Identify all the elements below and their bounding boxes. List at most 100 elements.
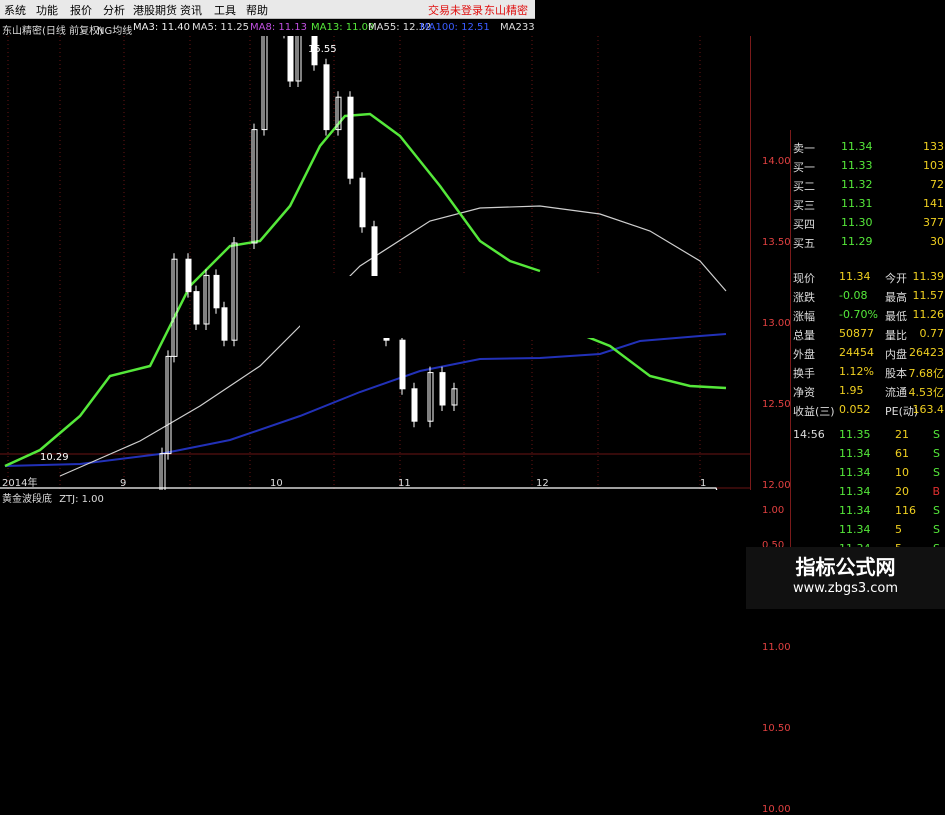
stat-value: 1.12%	[839, 365, 874, 378]
menu-bar: 系统 功能 报价 分析 港股期货 资讯 工具 帮助 交易未登录 东山精密	[0, 0, 535, 19]
stat-value: 11.34	[839, 270, 871, 283]
tick-price: 11.34	[839, 523, 871, 536]
ma-indicator-bar: 东山精密(日线 前复权) NG均线 MA3: 11.40 MA5: 11.25 …	[0, 19, 535, 36]
order-label: 买三	[793, 199, 815, 212]
stat-label: 股本	[885, 367, 907, 380]
order-label: 卖一	[793, 142, 815, 155]
stat-label: 涨跌	[793, 291, 815, 304]
stat-value: -0.70%	[839, 308, 878, 321]
order-volume: 103	[923, 159, 944, 172]
x-axis-label: 1	[700, 478, 706, 489]
candle-body	[411, 388, 418, 422]
tick-side: S	[933, 428, 940, 441]
stat-value: 50877	[839, 327, 874, 340]
high-price-label: 15.55	[308, 44, 337, 55]
menu-item-news[interactable]: 资讯	[180, 2, 202, 18]
order-label: 买五	[793, 237, 815, 250]
stat-label: 现价	[793, 272, 815, 285]
order-volume: 72	[930, 178, 944, 191]
order-price: 11.31	[841, 197, 873, 210]
menu-item-help[interactable]: 帮助	[246, 2, 268, 18]
tick-row: 14:56 11.35 21 S	[791, 426, 945, 444]
order-price: 11.34	[841, 140, 873, 153]
login-status[interactable]: 交易未登录	[428, 2, 483, 18]
candle-body	[287, 31, 294, 82]
candle-body	[439, 372, 446, 406]
menu-item-tools[interactable]: 工具	[214, 2, 236, 18]
stat-label: 收益(三)	[793, 405, 835, 418]
stat-label: 内盘	[885, 348, 907, 361]
stat-value: 24454	[839, 346, 874, 359]
ma3-value: MA3: 11.40	[133, 22, 191, 33]
tick-side: S	[933, 466, 940, 479]
tick-row: 11.34 20 B	[791, 483, 945, 501]
stat-label: 最低	[885, 310, 907, 323]
x-axis-label: 9	[120, 478, 126, 489]
quote-stat-row: 收益(三) 0.052 PE(动) 163.4	[791, 401, 945, 419]
stat-label: 总量	[793, 329, 815, 342]
indicator-name: 黄金波段底	[2, 494, 52, 505]
stat-value: 11.57	[912, 289, 945, 302]
tick-side: S	[933, 447, 940, 460]
order-label: 买四	[793, 218, 815, 231]
y-tick-label: 14.00	[762, 156, 791, 167]
stat-label: 外盘	[793, 348, 815, 361]
stat-value: 7.68亿	[908, 367, 945, 380]
ma13-line-2	[569, 328, 727, 390]
tick-side: S	[933, 523, 940, 536]
y-tick-label: 11.00	[762, 642, 791, 653]
menu-item-quote[interactable]: 报价	[70, 2, 92, 18]
ma100-line	[59, 205, 727, 477]
stat-value: 11.39	[912, 270, 945, 283]
tick-volume: 20	[895, 485, 909, 498]
candle-body	[323, 64, 330, 131]
x-axis-label: 2014年	[2, 476, 37, 489]
tick-volume: 116	[895, 504, 916, 517]
order-book-row: 买三 11.31 141	[791, 195, 945, 213]
stock-name: 东山精密	[484, 4, 528, 17]
order-book-row: 买五 11.29 30	[791, 233, 945, 251]
menu-item-function[interactable]: 功能	[36, 2, 58, 18]
order-price: 11.30	[841, 216, 873, 229]
candle-body	[347, 96, 354, 179]
x-axis-label: 12	[536, 478, 549, 489]
stat-value: 4.53亿	[908, 386, 945, 399]
candle-body	[185, 258, 192, 293]
tick-price: 11.34	[839, 504, 871, 517]
quote-stat-row: 涨幅 -0.70% 最低 11.26	[791, 306, 945, 324]
candle-body	[213, 274, 220, 309]
stat-label: 最高	[885, 291, 907, 304]
menu-item-analysis[interactable]: 分析	[103, 2, 125, 18]
stat-label: 今开	[885, 272, 907, 285]
quote-stat-row: 现价 11.34 今开 11.39	[791, 268, 945, 286]
x-axis-label: 10	[270, 478, 283, 489]
quote-panel: 卖一 11.34 133 买一 11.33 103 买二 11.32 72 买三 11.31 141 买…	[790, 130, 945, 609]
stat-label: 涨幅	[793, 310, 815, 323]
tick-row: 11.34 10 S	[791, 464, 945, 482]
menu-item-hk-futures[interactable]: 港股期货	[133, 2, 177, 18]
y-tick-label: 10.50	[762, 723, 791, 734]
tick-price: 11.34	[839, 447, 871, 460]
stat-label: 量比	[885, 329, 907, 342]
order-price: 11.33	[841, 159, 873, 172]
price-axis: 14.0013.5013.0012.5012.0011.5011.0010.50…	[750, 0, 791, 815]
ng-label: NG均线	[97, 26, 133, 36]
indicator-label: 黄金波段底 ZTJ: 1.00	[2, 490, 104, 505]
candle-body	[359, 177, 366, 228]
order-book-row: 买二 11.32 72	[791, 176, 945, 194]
order-book-row: 买四 11.30 377	[791, 214, 945, 232]
order-price: 11.29	[841, 235, 873, 248]
order-label: 买二	[793, 180, 815, 193]
quote-stat-row: 换手 1.12% 股本 7.68亿	[791, 363, 945, 381]
order-volume: 141	[923, 197, 944, 210]
stat-value: 0.77	[919, 327, 945, 340]
candlestick-chart[interactable]: 15.55 10.29 2014年 9 10 11 12 1	[0, 0, 751, 752]
stat-value: -0.08	[839, 289, 868, 302]
y-tick-label: 12.00	[762, 480, 791, 491]
tick-row: 11.34 5 S	[791, 521, 945, 539]
tick-side: B	[932, 485, 940, 498]
menu-item-system[interactable]: 系统	[4, 2, 26, 18]
watermark: 指标公式网 www.zbgs3.com	[746, 547, 945, 609]
watermark-title: 指标公式网	[795, 555, 896, 579]
stat-value: 0.052	[839, 403, 871, 416]
